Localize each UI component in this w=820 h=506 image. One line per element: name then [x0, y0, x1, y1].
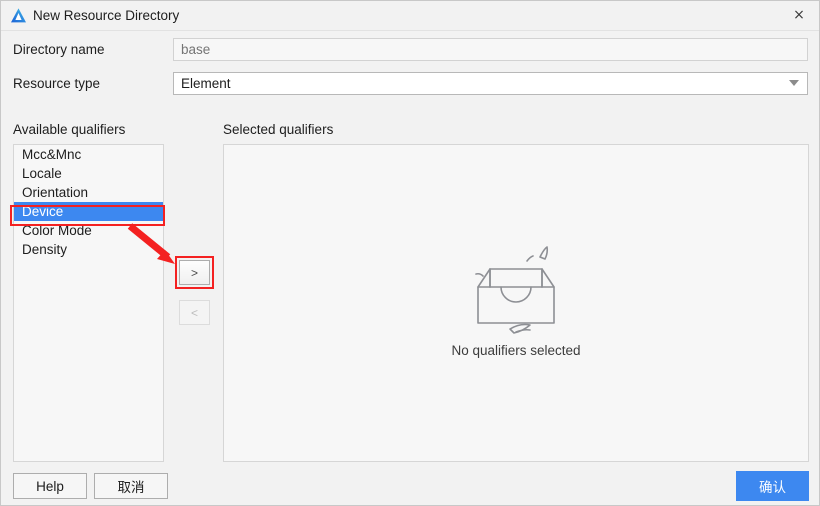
available-qualifiers-heading: Available qualifiers — [13, 122, 126, 137]
available-qualifiers-list[interactable]: Mcc&Mnc Locale Orientation Device Color … — [13, 144, 164, 462]
list-item[interactable]: Orientation — [14, 183, 163, 202]
empty-state-text: No qualifiers selected — [451, 343, 581, 358]
close-glyph: × — [793, 7, 805, 23]
help-button-label: Help — [36, 478, 64, 494]
dialog-title: New Resource Directory — [33, 8, 180, 23]
help-button[interactable]: Help — [13, 473, 87, 499]
confirm-button-label: 确认 — [759, 480, 786, 495]
chevron-down-icon — [789, 80, 799, 86]
move-right-label: > — [190, 265, 198, 280]
selected-qualifiers-heading: Selected qualifiers — [223, 122, 334, 137]
cancel-button-label: 取消 — [117, 480, 145, 495]
list-item[interactable]: Locale — [14, 164, 163, 183]
deveco-logo-icon — [11, 8, 26, 23]
resource-type-label: Resource type — [13, 76, 101, 91]
resource-type-select[interactable]: Element — [173, 72, 808, 95]
resource-type-value: Element — [181, 76, 231, 91]
cancel-button[interactable]: 取消 — [94, 473, 168, 499]
directory-name-input[interactable] — [173, 38, 808, 61]
new-resource-directory-dialog: New Resource Directory × Directory name … — [0, 0, 820, 506]
dialog-titlebar: New Resource Directory × — [1, 1, 819, 31]
move-left-button[interactable]: < — [179, 300, 210, 325]
empty-state: No qualifiers selected — [224, 241, 808, 358]
close-icon[interactable]: × — [777, 1, 819, 29]
list-item[interactable]: Density — [14, 240, 163, 259]
confirm-button[interactable]: 确认 — [736, 471, 809, 501]
empty-box-icon — [475, 246, 555, 334]
selected-qualifiers-panel[interactable]: No qualifiers selected — [223, 144, 809, 462]
list-item[interactable]: Mcc&Mnc — [14, 145, 163, 164]
directory-name-label: Directory name — [13, 42, 105, 57]
list-item[interactable]: Color Mode — [14, 221, 163, 240]
move-left-label: < — [190, 305, 198, 320]
move-right-button[interactable]: > — [179, 260, 210, 285]
list-item-selected[interactable]: Device — [14, 202, 163, 221]
